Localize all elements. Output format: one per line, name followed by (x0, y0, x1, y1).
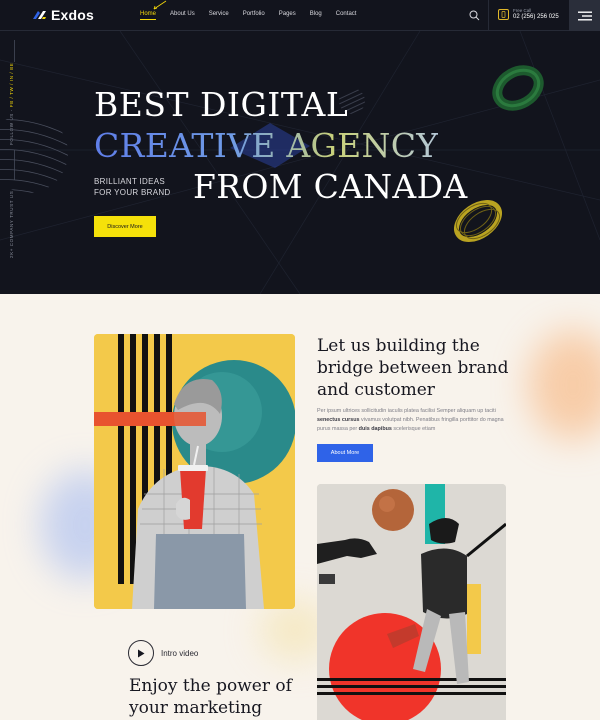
nav-about-us[interactable]: About Us (170, 11, 195, 17)
menu-toggle-button[interactable] (569, 0, 600, 31)
about-text-bold: duis dapibus (358, 426, 392, 432)
statue-collage-illustration (94, 334, 295, 609)
nav-home[interactable]: Home (140, 11, 157, 20)
nav-service[interactable]: Service (209, 11, 229, 17)
nav-divider (488, 0, 489, 31)
free-call[interactable]: Free Call 02 (256) 256 025 (498, 8, 559, 20)
discover-more-button[interactable]: Discover More (94, 216, 156, 237)
about-text-part: scelerisque etiam (391, 426, 436, 432)
about-heading: Let us building the bridge between brand… (317, 336, 509, 400)
about-text-bold: senectus cursus (317, 417, 360, 423)
play-icon[interactable] (128, 640, 154, 666)
intro-video-label: Intro video (161, 648, 199, 658)
hero-heading-line-3: FROM CANADA (193, 167, 468, 206)
about-text-part: Per ipsum ultrices sollicitudin iaculis … (317, 408, 496, 414)
hero-subheading: BRILLIANT IDEAS FOR YOUR BRAND (94, 176, 171, 198)
logo-text: Exdos (51, 7, 95, 23)
phone-icon (498, 8, 509, 20)
hero-heading-line-2: CREATIVE AGENCY (94, 126, 439, 165)
logo-icon (33, 11, 46, 19)
hero-heading-line-1: BEST DIGITAL (94, 85, 349, 124)
call-label: Free Call (513, 8, 532, 13)
intro-video-button[interactable]: Intro video (128, 640, 198, 666)
green-ring-decoration (492, 65, 544, 111)
nav-portfolio[interactable]: Portfolio (243, 11, 265, 17)
side-line (14, 40, 15, 62)
nav-pages[interactable]: Pages (279, 11, 296, 17)
video-heading: Enjoy the power of your marketing (129, 676, 292, 718)
logo[interactable]: Exdos (32, 7, 94, 23)
striped-sphere-decoration (0, 119, 68, 193)
hamburger-icon (577, 11, 592, 20)
about-more-button[interactable]: About More (317, 444, 373, 462)
call-number: 02 (256) 256 025 (513, 14, 559, 20)
search-icon[interactable] (469, 10, 480, 21)
hero-section: Exdos Home About Us Service Portfolio Pa… (0, 0, 600, 294)
nav-contact[interactable]: Contact (336, 11, 357, 17)
hero-subheading-line-2: FOR YOUR BRAND (94, 188, 171, 197)
orange-glow-decoration (528, 330, 600, 440)
hero-subheading-line-1: BRILLIANT IDEAS (94, 177, 166, 186)
social-links[interactable]: FB / TW / IN / BE (9, 63, 14, 108)
nav-blog[interactable]: Blog (310, 11, 322, 17)
collage-image-baseball (317, 484, 506, 720)
company-trust-label: 2K+ COMPANY TRUST US (9, 190, 14, 258)
main-menu: Home About Us Service Portfolio Pages Bl… (140, 11, 370, 20)
about-paragraph: Per ipsum ultrices sollicitudin iaculis … (317, 407, 507, 434)
collage-image-statue (94, 334, 295, 609)
top-navigation: Exdos Home About Us Service Portfolio Pa… (0, 0, 600, 31)
baseball-collage-illustration (317, 484, 506, 720)
